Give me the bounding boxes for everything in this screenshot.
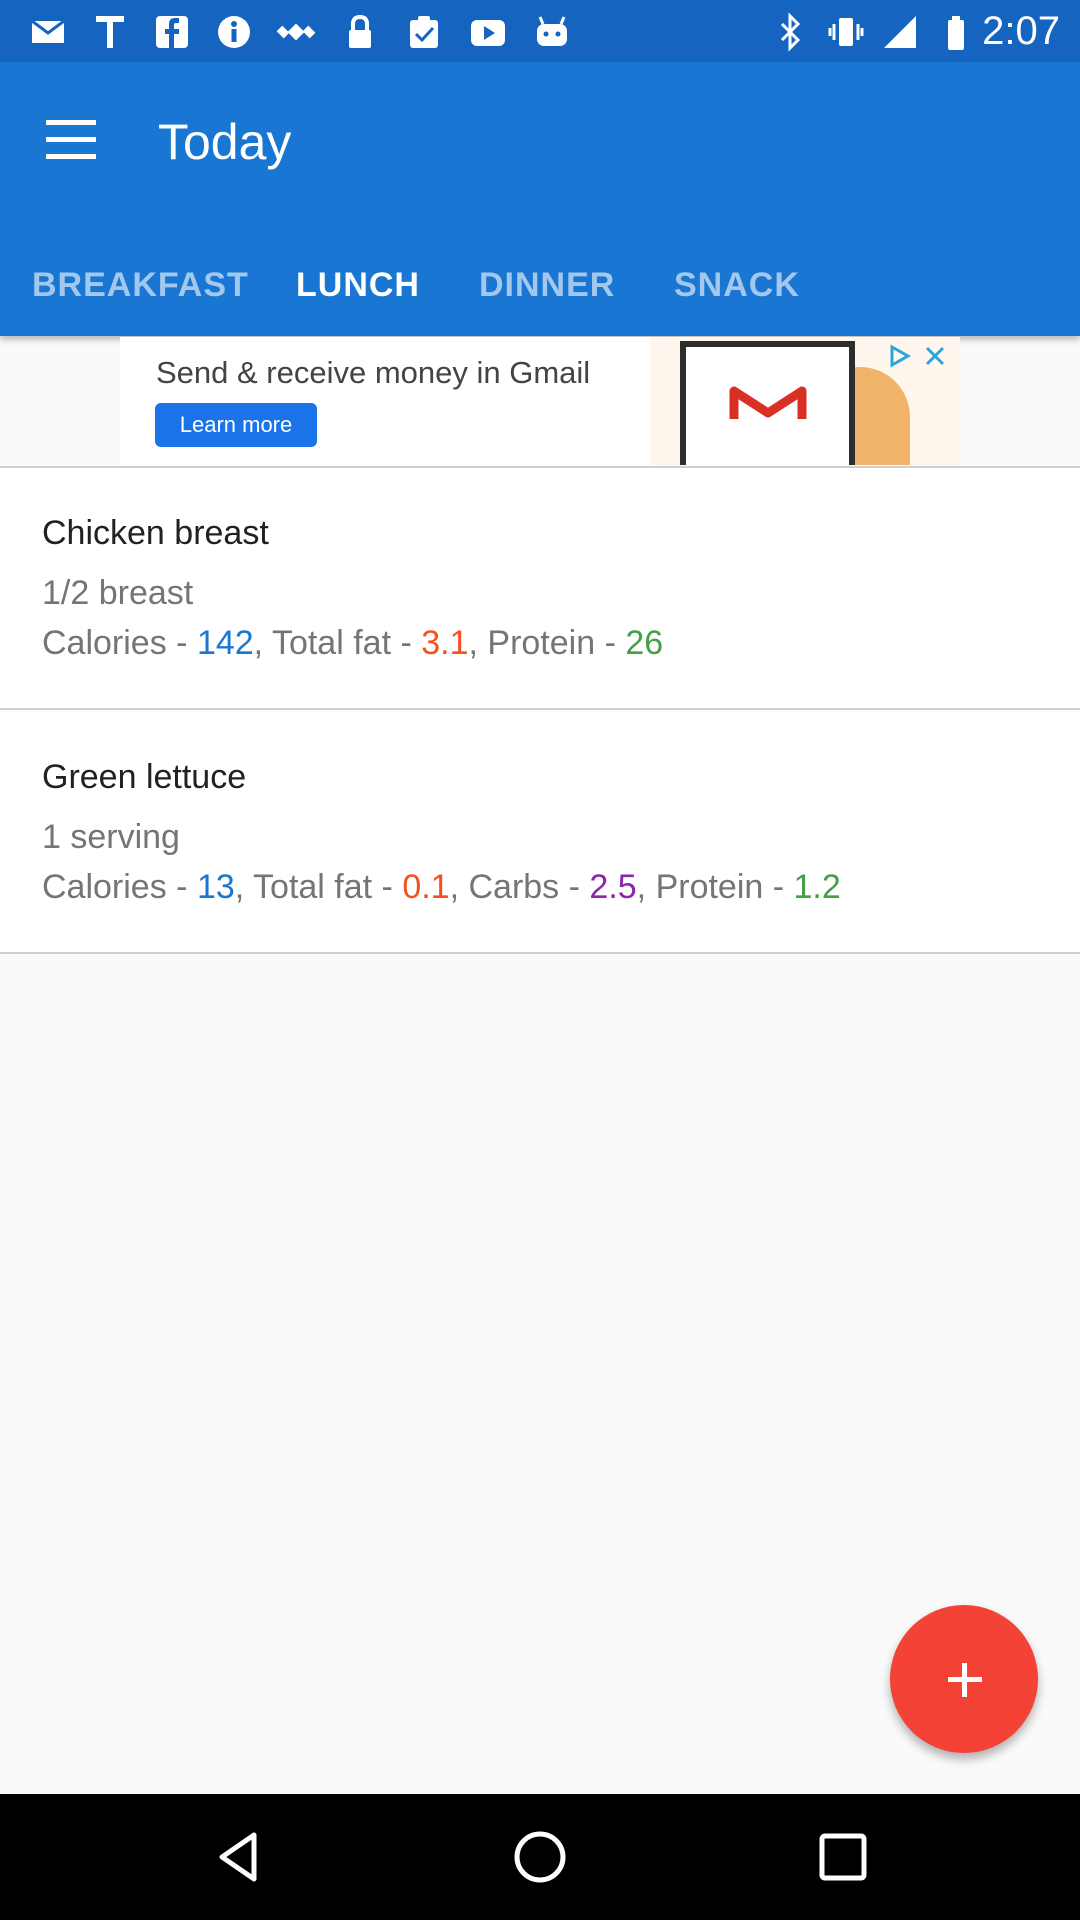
food-name: Chicken breast [42, 514, 269, 552]
list-item-chicken-breast[interactable]: Chicken breast 1/2 breast Calories - 142… [0, 468, 1080, 710]
recents-icon[interactable] [815, 1829, 871, 1885]
tab-snack[interactable]: SNACK [674, 242, 800, 336]
app-bar: Today BREAKFAST LUNCH DINNER SNACK [0, 62, 1080, 336]
page-title: Today [158, 114, 292, 170]
close-icon[interactable] [920, 341, 950, 371]
calories-label: Calories - [42, 868, 197, 906]
youtube-icon [471, 20, 505, 46]
calories-value: 13 [196, 868, 235, 906]
home-icon[interactable] [512, 1829, 568, 1885]
info-icon [218, 16, 250, 48]
calories-value: 142 [196, 624, 254, 662]
tab-dinner[interactable]: DINNER [479, 242, 615, 336]
battery-icon [948, 16, 964, 50]
gmail-logo-icon [680, 341, 855, 465]
android-icon [537, 16, 567, 46]
food-name: Green lettuce [42, 758, 247, 796]
nutrition-summary: Calories - 13, Total fat - 0.1, Carbs - … [42, 868, 841, 907]
add-food-button[interactable] [890, 1605, 1038, 1753]
status-time: 2:07 [982, 9, 1060, 53]
ad-learn-more-button[interactable]: Learn more [155, 403, 317, 447]
satellite-icon [276, 23, 316, 41]
ad-banner[interactable]: Send & receive money in Gmail Learn more [120, 337, 960, 465]
vibrate-icon [828, 18, 864, 46]
clipboard-icon [410, 16, 438, 48]
fat-value: 0.1 [402, 868, 450, 906]
tab-lunch[interactable]: LUNCH [296, 242, 420, 336]
bluetooth-icon [780, 12, 801, 52]
fat-value: 3.1 [421, 624, 469, 662]
ad-choices-icon[interactable] [884, 341, 914, 371]
fat-label: , Total fat - [234, 868, 403, 906]
protein-label: , Protein - [636, 868, 794, 906]
system-nav-bar [0, 1794, 1080, 1920]
food-serving: 1 serving [42, 818, 180, 856]
protein-value: 26 [625, 624, 664, 662]
meal-tabs: BREAKFAST LUNCH DINNER SNACK [0, 242, 1080, 336]
tab-breakfast[interactable]: BREAKFAST [32, 242, 249, 336]
back-icon[interactable] [210, 1829, 266, 1885]
nutrition-summary: Calories - 142, Total fat - 3.1, Protein… [42, 624, 663, 663]
fat-label: , Total fat - [253, 624, 422, 662]
carbs-label: , Carbs - [449, 868, 590, 906]
t-icon [96, 16, 124, 48]
carbs-value: 2.5 [589, 868, 637, 906]
hamburger-menu-icon[interactable] [46, 118, 100, 166]
protein-value: 1.2 [793, 868, 841, 906]
food-serving: 1/2 breast [42, 574, 194, 612]
email-notification-icon [31, 19, 65, 43]
ad-headline: Send & receive money in Gmail [156, 355, 591, 390]
list-item-green-lettuce[interactable]: Green lettuce 1 serving Calories - 13, T… [0, 712, 1080, 954]
facebook-icon [156, 16, 188, 48]
calories-label: Calories - [42, 624, 197, 662]
status-bar: 2:07 [0, 0, 1080, 62]
lock-icon [349, 14, 371, 48]
protein-label: , Protein - [468, 624, 626, 662]
signal-icon [884, 16, 916, 48]
